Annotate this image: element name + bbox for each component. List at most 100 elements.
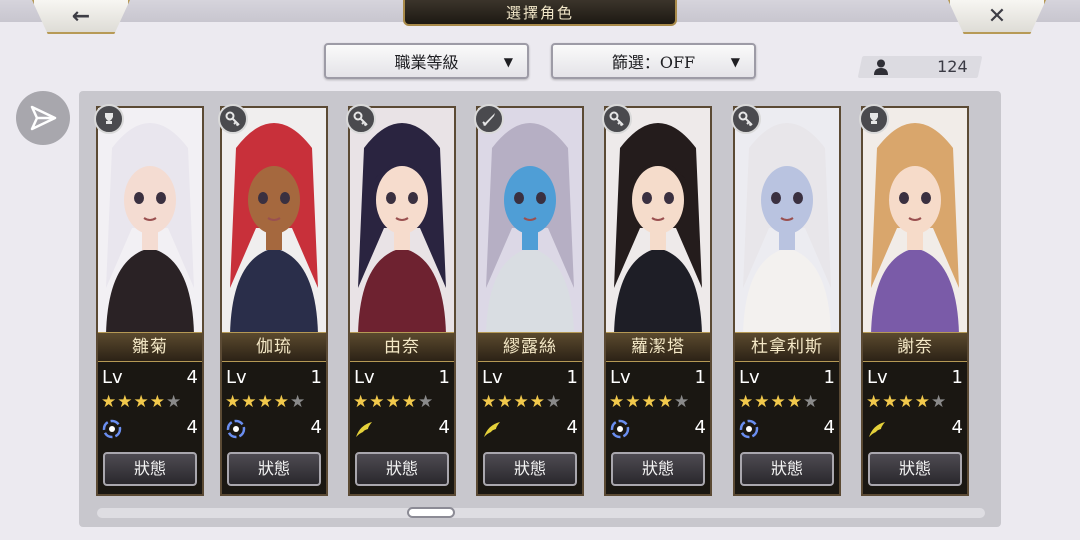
character-card[interactable]: 雛菊 Lv 4 ★★★★★ 4 狀態 bbox=[96, 106, 204, 496]
key-icon bbox=[738, 111, 753, 127]
level-label: Lv bbox=[102, 367, 123, 388]
element-row: 4 bbox=[482, 416, 578, 440]
star-rating: ★★★★★ bbox=[353, 392, 434, 412]
armor-icon bbox=[105, 113, 113, 124]
level-value: 1 bbox=[694, 367, 706, 388]
star-icon: ★ bbox=[225, 392, 242, 412]
character-portrait bbox=[735, 108, 839, 334]
back-button[interactable]: ← bbox=[32, 0, 130, 34]
level-label: Lv bbox=[867, 367, 888, 388]
element-row: 4 bbox=[226, 416, 322, 440]
key-icon bbox=[609, 111, 624, 127]
star-icon: ★ bbox=[609, 392, 626, 412]
star-icon: ★ bbox=[674, 392, 691, 412]
character-name: 伽琉 bbox=[222, 332, 326, 362]
star-icon: ★ bbox=[418, 392, 435, 412]
star-icon: ★ bbox=[117, 392, 134, 412]
star-icon: ★ bbox=[257, 392, 274, 412]
character-portrait bbox=[606, 108, 710, 334]
level-value: 1 bbox=[438, 367, 450, 388]
star-icon: ★ bbox=[754, 392, 771, 412]
star-icon: ★ bbox=[931, 392, 948, 412]
class-badge bbox=[218, 104, 248, 134]
class-badge bbox=[474, 104, 504, 134]
character-portrait bbox=[98, 108, 202, 334]
character-card[interactable]: 蘿潔塔 Lv 1 ★★★★★ 4 狀態 bbox=[604, 106, 712, 496]
character-portrait bbox=[222, 108, 326, 334]
status-button[interactable]: 狀態 bbox=[227, 452, 321, 486]
horizontal-scrollbar[interactable] bbox=[97, 508, 985, 518]
character-stats: Lv 1 ★★★★★ 4 狀態 bbox=[735, 363, 839, 494]
character-portrait bbox=[478, 108, 582, 334]
star-rating: ★★★★★ bbox=[101, 392, 182, 412]
star-icon: ★ bbox=[273, 392, 290, 412]
character-card[interactable]: 由奈 Lv 1 ★★★★★ 4 狀態 bbox=[348, 106, 456, 496]
element-value: 4 bbox=[566, 417, 578, 438]
character-card[interactable]: 繆露絲 Lv 1 ★★★★★ 4 狀態 bbox=[476, 106, 584, 496]
element-value: 4 bbox=[694, 417, 706, 438]
status-button[interactable]: 狀態 bbox=[355, 452, 449, 486]
character-stats: Lv 1 ★★★★★ 4 狀態 bbox=[222, 363, 326, 494]
character-stats: Lv 4 ★★★★★ 4 狀態 bbox=[98, 363, 202, 494]
status-button[interactable]: 狀態 bbox=[868, 452, 962, 486]
level-value: 1 bbox=[951, 367, 963, 388]
level-value: 1 bbox=[823, 367, 835, 388]
element-row: 4 bbox=[354, 416, 450, 440]
star-icon: ★ bbox=[133, 392, 150, 412]
character-card[interactable]: 謝奈 Lv 1 ★★★★★ 4 狀態 bbox=[861, 106, 969, 496]
star-icon: ★ bbox=[241, 392, 258, 412]
level-label: Lv bbox=[354, 367, 375, 388]
vortex-element-icon bbox=[739, 419, 759, 439]
close-button[interactable]: ✕ bbox=[948, 0, 1046, 34]
sort-dropdown[interactable]: 職業等級 ▼ bbox=[324, 43, 529, 79]
element-value: 4 bbox=[823, 417, 835, 438]
character-stats: Lv 1 ★★★★★ 4 狀態 bbox=[478, 363, 582, 494]
character-stats: Lv 1 ★★★★★ 4 狀態 bbox=[863, 363, 967, 494]
filter-dropdown[interactable]: 篩選：OFF ▼ bbox=[551, 43, 756, 79]
level-label: Lv bbox=[610, 367, 631, 388]
star-icon: ★ bbox=[803, 392, 820, 412]
star-rating: ★★★★★ bbox=[609, 392, 690, 412]
star-icon: ★ bbox=[625, 392, 642, 412]
scrollbar-thumb[interactable] bbox=[407, 507, 455, 518]
class-badge bbox=[602, 104, 632, 134]
page-title: 選擇角色 bbox=[403, 0, 677, 26]
status-button[interactable]: 狀態 bbox=[483, 452, 577, 486]
level-row: Lv 1 bbox=[867, 367, 963, 389]
user-icon bbox=[874, 59, 888, 75]
star-icon: ★ bbox=[898, 392, 915, 412]
level-row: Lv 1 bbox=[354, 367, 450, 389]
star-icon: ★ bbox=[481, 392, 498, 412]
star-icon: ★ bbox=[641, 392, 658, 412]
character-count: 124 bbox=[857, 56, 983, 78]
class-badge bbox=[731, 104, 761, 134]
character-portrait bbox=[863, 108, 967, 334]
star-icon: ★ bbox=[786, 392, 803, 412]
vortex-element-icon bbox=[610, 419, 630, 439]
level-label: Lv bbox=[482, 367, 503, 388]
sword-icon bbox=[482, 113, 495, 126]
chevron-down-icon: ▼ bbox=[730, 55, 740, 69]
element-row: 4 bbox=[739, 416, 835, 440]
class-badge bbox=[859, 104, 889, 134]
star-icon: ★ bbox=[290, 392, 307, 412]
status-button[interactable]: 狀態 bbox=[611, 452, 705, 486]
star-icon: ★ bbox=[149, 392, 166, 412]
character-name: 蘿潔塔 bbox=[606, 332, 710, 362]
star-icon: ★ bbox=[738, 392, 755, 412]
element-row: 4 bbox=[867, 416, 963, 440]
star-rating: ★★★★★ bbox=[481, 392, 562, 412]
character-name: 由奈 bbox=[350, 332, 454, 362]
element-value: 4 bbox=[951, 417, 963, 438]
class-badge bbox=[94, 104, 124, 134]
character-portrait bbox=[350, 108, 454, 334]
filter-dropdown-label: 篩選：OFF bbox=[611, 53, 696, 72]
back-arrow-icon: ← bbox=[71, 3, 91, 29]
status-button[interactable]: 狀態 bbox=[103, 452, 197, 486]
share-button[interactable] bbox=[16, 91, 70, 145]
level-value: 4 bbox=[186, 367, 198, 388]
character-card[interactable]: 伽琉 Lv 1 ★★★★★ 4 狀態 bbox=[220, 106, 328, 496]
wing-element-icon bbox=[869, 422, 885, 437]
status-button[interactable]: 狀態 bbox=[740, 452, 834, 486]
character-card[interactable]: 杜拿利斯 Lv 1 ★★★★★ 4 狀態 bbox=[733, 106, 841, 496]
